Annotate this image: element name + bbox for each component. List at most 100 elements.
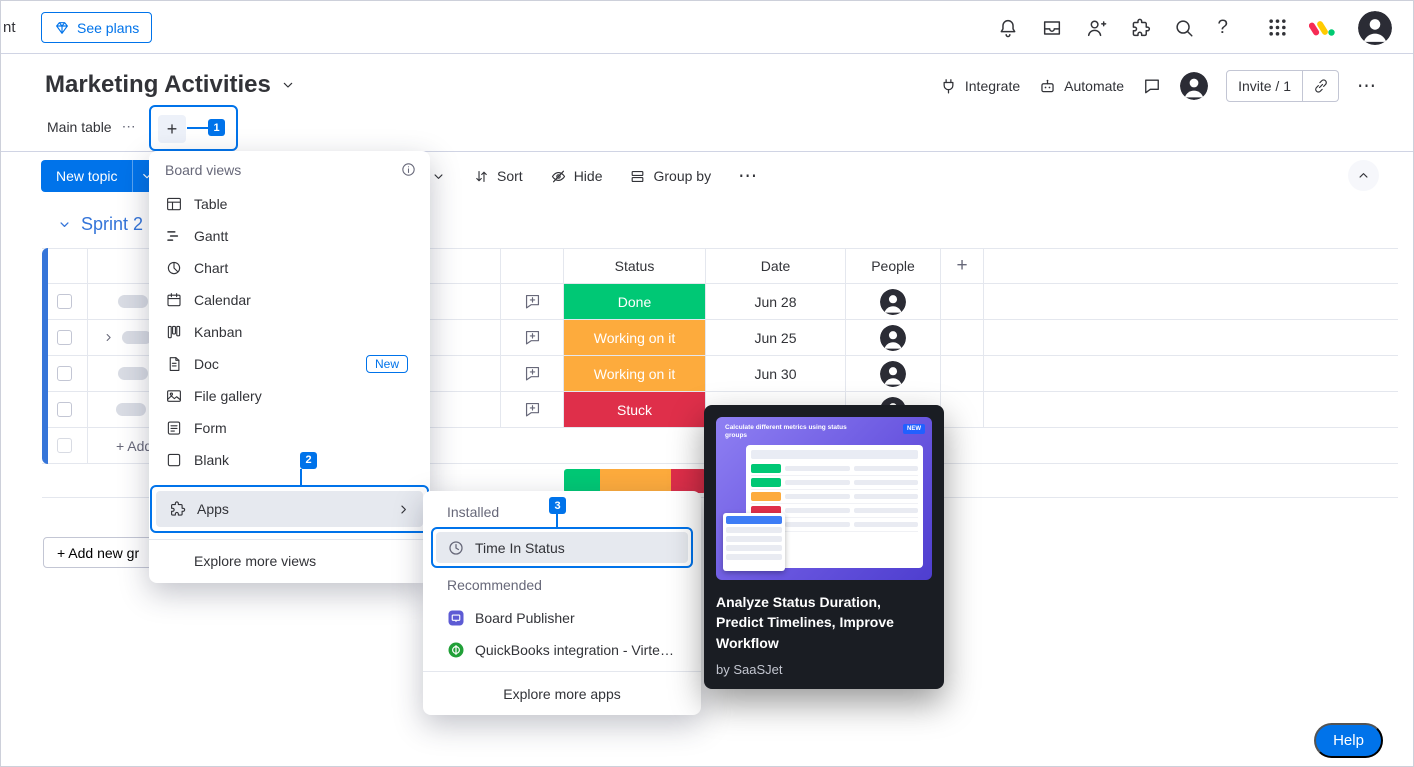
- topbar: nt See plans ?: [1, 1, 1413, 54]
- see-plans-button[interactable]: See plans: [41, 12, 152, 43]
- user-avatar[interactable]: [1358, 11, 1392, 45]
- toolbar-more-icon[interactable]: ⋯: [738, 165, 758, 188]
- group-collapse-icon[interactable]: [57, 217, 72, 232]
- summary-segment-stuck[interactable]: [671, 469, 707, 493]
- add-conversation-icon[interactable]: [523, 328, 542, 347]
- status-cell[interactable]: Working on it: [564, 320, 706, 355]
- menu-item-quickbooks[interactable]: QuickBooks integration - Virtenia...: [423, 634, 701, 666]
- board-owner-avatar[interactable]: [1180, 72, 1208, 100]
- row-checkbox[interactable]: [57, 294, 72, 309]
- date-cell[interactable]: Jun 25: [706, 320, 846, 355]
- monday-logo-icon[interactable]: [1309, 16, 1336, 40]
- apps-grid-icon[interactable]: [1268, 18, 1287, 37]
- invite-members-icon[interactable]: [1085, 17, 1107, 39]
- add-conversation-icon[interactable]: [523, 364, 542, 383]
- assignee-avatar[interactable]: [880, 289, 906, 315]
- step-badge-2: 2: [300, 452, 317, 469]
- menu-item-blank[interactable]: Blank 2: [149, 444, 430, 476]
- info-icon[interactable]: [400, 161, 417, 178]
- search-icon[interactable]: [1173, 17, 1195, 39]
- status-cell[interactable]: Working on it: [564, 356, 706, 391]
- summary-segment-done[interactable]: [564, 469, 600, 493]
- tab-more-icon[interactable]: ⋯: [122, 118, 136, 135]
- board-title[interactable]: Marketing Activities: [45, 71, 271, 99]
- automate-robot-icon: [1038, 77, 1057, 96]
- add-column-button[interactable]: +: [941, 249, 984, 283]
- explore-more-apps-link[interactable]: Explore more apps: [423, 671, 701, 715]
- people-cell[interactable]: [846, 284, 941, 319]
- menu-item-label: Kanban: [194, 324, 242, 340]
- invite-button[interactable]: Invite / 1: [1226, 70, 1303, 102]
- invite-group: Invite / 1: [1226, 70, 1339, 102]
- app-tooltip-title: Analyze Status Duration, Predict Timelin…: [716, 592, 924, 653]
- menu-item-apps[interactable]: Apps: [156, 491, 423, 527]
- menu-item-label: Gantt: [194, 228, 228, 244]
- column-header-date[interactable]: Date: [706, 249, 846, 283]
- menu-item-label: Blank: [194, 452, 229, 468]
- chevron-down-icon[interactable]: [280, 77, 296, 93]
- menu-item-chart[interactable]: Chart: [149, 252, 430, 284]
- status-summary-bar[interactable]: [564, 469, 706, 493]
- apps-puzzle-icon: [168, 500, 186, 518]
- menu-item-gantt[interactable]: Gantt: [149, 220, 430, 252]
- sort-button[interactable]: Sort: [473, 168, 523, 185]
- marketplace-puzzle-icon[interactable]: [1129, 17, 1151, 39]
- row-checkbox[interactable]: [57, 330, 72, 345]
- date-cell[interactable]: Jun 28: [706, 284, 846, 319]
- integrate-button[interactable]: Integrate: [939, 77, 1020, 96]
- hide-button[interactable]: Hide: [550, 168, 603, 185]
- empty-cell: [501, 428, 1398, 463]
- menu-item-label: QuickBooks integration - Virtenia...: [475, 642, 675, 658]
- status-cell[interactable]: Done: [564, 284, 706, 319]
- topbar-icons: ?: [997, 1, 1392, 54]
- people-cell[interactable]: [846, 320, 941, 355]
- menu-item-file-gallery[interactable]: File gallery: [149, 380, 430, 412]
- menu-item-label: Calendar: [194, 292, 251, 308]
- summary-segment-working[interactable]: [600, 469, 671, 493]
- add-new-group-button[interactable]: + Add new gr: [43, 537, 153, 568]
- menu-item-label: Apps: [197, 501, 229, 517]
- menu-item-doc[interactable]: Doc New: [149, 348, 430, 380]
- assignee-avatar[interactable]: [880, 361, 906, 387]
- tab-main-table[interactable]: Main table ⋯: [47, 118, 136, 135]
- menu-item-calendar[interactable]: Calendar: [149, 284, 430, 316]
- caret-down-icon[interactable]: [431, 169, 446, 184]
- expand-subitems-icon[interactable]: [102, 331, 115, 344]
- help-question-icon[interactable]: ?: [1217, 17, 1228, 39]
- menu-item-kanban[interactable]: Kanban: [149, 316, 430, 348]
- group-header[interactable]: Sprint 2: [57, 214, 143, 235]
- new-topic-button[interactable]: New topic: [41, 160, 132, 192]
- board-chat-icon[interactable]: [1142, 76, 1162, 96]
- add-item-label[interactable]: + Add: [116, 438, 152, 454]
- add-conversation-icon[interactable]: [523, 292, 542, 311]
- new-topic-split-button: New topic: [41, 160, 160, 192]
- group-by-button[interactable]: Group by: [629, 168, 711, 185]
- date-cell[interactable]: Jun 30: [706, 356, 846, 391]
- group-title[interactable]: Sprint 2: [81, 214, 143, 235]
- add-view-button[interactable]: +: [158, 115, 186, 143]
- people-cell[interactable]: [846, 356, 941, 391]
- partial-workspace-text: nt: [3, 19, 16, 36]
- explore-more-views-link[interactable]: Explore more views: [149, 539, 430, 577]
- assignee-avatar[interactable]: [880, 325, 906, 351]
- status-cell[interactable]: Stuck: [564, 392, 706, 427]
- column-header-people[interactable]: People: [846, 249, 941, 283]
- notifications-bell-icon[interactable]: [997, 17, 1019, 39]
- help-button[interactable]: Help: [1314, 723, 1383, 758]
- row-checkbox[interactable]: [57, 402, 72, 417]
- board-more-icon[interactable]: ⋯: [1357, 75, 1377, 98]
- add-conversation-icon[interactable]: [523, 400, 542, 419]
- copy-link-button[interactable]: [1303, 70, 1339, 102]
- automate-button[interactable]: Automate: [1038, 77, 1124, 96]
- calendar-icon: [165, 291, 183, 309]
- column-header-status[interactable]: Status: [564, 249, 706, 283]
- inbox-icon[interactable]: [1041, 17, 1063, 39]
- menu-item-time-in-status[interactable]: Time In Status: [436, 532, 688, 563]
- chevron-right-icon: [396, 502, 411, 517]
- collapse-toolbar-button[interactable]: [1348, 160, 1379, 191]
- menu-item-table[interactable]: Table: [149, 188, 430, 220]
- menu-item-form[interactable]: Form: [149, 412, 430, 444]
- row-checkbox[interactable]: [57, 366, 72, 381]
- time-in-status-icon: [447, 539, 465, 557]
- menu-item-board-publisher[interactable]: Board Publisher: [423, 602, 701, 634]
